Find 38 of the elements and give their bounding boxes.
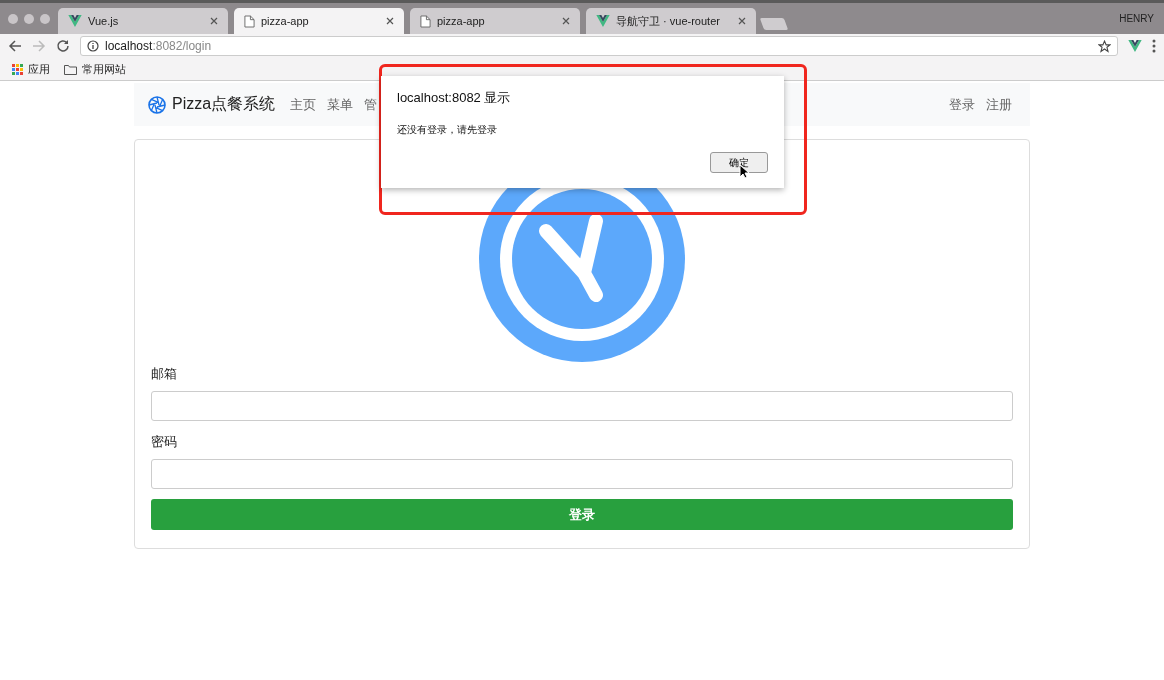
vue-logo-icon xyxy=(596,15,610,27)
document-icon xyxy=(420,14,431,28)
document-icon xyxy=(244,14,255,28)
back-icon[interactable] xyxy=(8,39,22,53)
nav-link[interactable]: 登录 xyxy=(949,95,975,114)
profile-name[interactable]: HENRY xyxy=(1119,13,1154,24)
vue-logo-icon[interactable] xyxy=(1128,40,1142,52)
aperture-logo-icon xyxy=(148,95,166,114)
browser-tab[interactable]: Vue.js xyxy=(58,8,228,34)
nav-link[interactable]: 管 xyxy=(364,95,378,114)
nav-link[interactable]: 菜单 xyxy=(327,95,354,114)
close-icon[interactable] xyxy=(210,17,218,25)
dialog-message: 还没有登录，请先登录 xyxy=(397,123,498,137)
reload-icon[interactable] xyxy=(56,39,70,53)
field-label: 邮箱 xyxy=(151,365,178,383)
menu-icon[interactable] xyxy=(1152,39,1156,53)
field-label: 密码 xyxy=(151,433,178,451)
close-icon[interactable] xyxy=(386,17,394,25)
brand-name[interactable]: Pizza点餐系统 xyxy=(172,94,276,115)
close-icon[interactable] xyxy=(738,17,746,25)
info-icon xyxy=(87,40,99,52)
dialog-title: localhost:8082 显示 xyxy=(397,89,512,107)
input-field[interactable] xyxy=(151,391,1013,421)
address-bar[interactable]: localhost:8082/login xyxy=(80,36,1118,56)
folder-icon xyxy=(64,63,77,75)
close-icon[interactable] xyxy=(562,17,570,25)
nav-link[interactable]: 注册 xyxy=(986,95,1012,114)
bookmark-item[interactable]: 应用 xyxy=(12,61,50,77)
browser-tab[interactable]: pizza-app xyxy=(234,8,404,34)
url-text: localhost:8082/login xyxy=(105,39,212,53)
star-icon[interactable] xyxy=(1098,39,1111,53)
bookmark-item[interactable]: 常用网站 xyxy=(64,61,126,77)
apps-grid-icon xyxy=(12,63,23,75)
browser-tab[interactable]: pizza-app xyxy=(410,8,580,34)
input-field[interactable] xyxy=(151,459,1013,489)
browser-tab[interactable]: 导航守卫 · vue-router xyxy=(586,8,756,34)
nav-link[interactable]: 主页 xyxy=(290,95,317,114)
vue-logo-icon xyxy=(68,15,82,27)
